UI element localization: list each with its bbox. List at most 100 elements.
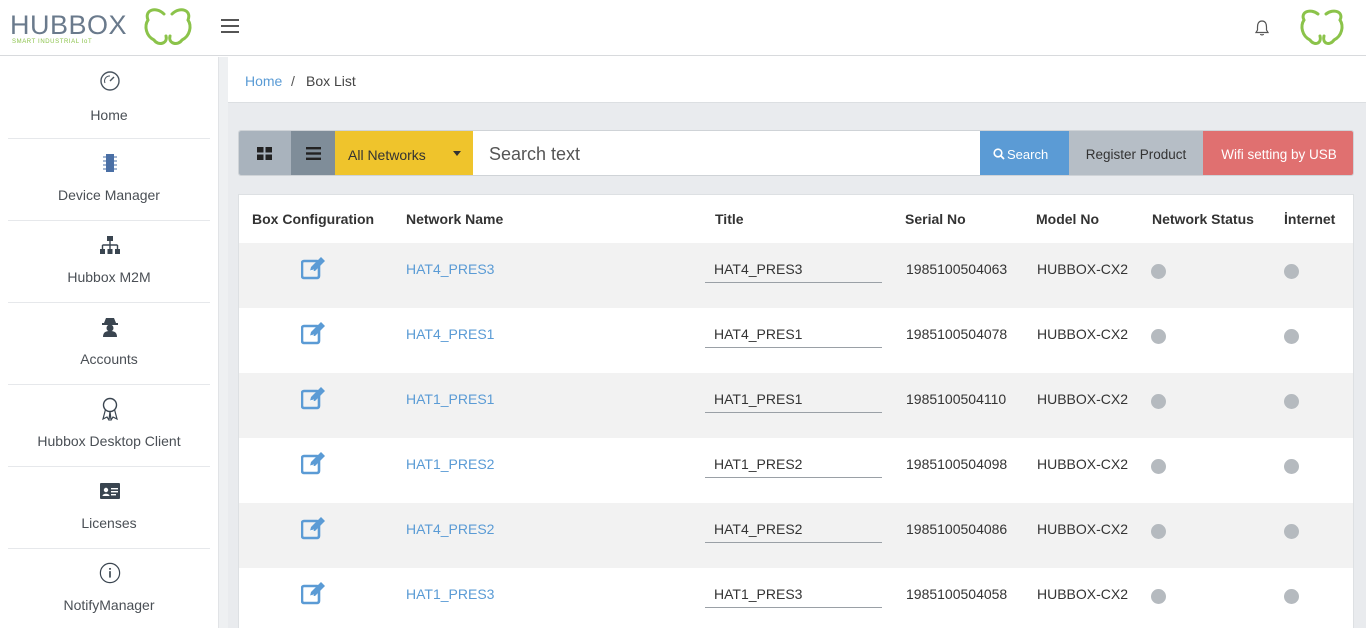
sidebar-item-home[interactable]: Home: [8, 57, 210, 139]
model-no: HUBBOX-CX2: [1037, 326, 1129, 342]
title-field[interactable]: [705, 320, 882, 348]
caret-down-icon: [453, 151, 461, 156]
register-product-button[interactable]: Register Product: [1069, 131, 1203, 175]
toolbar: All Networks Search Register Product Wif…: [238, 130, 1354, 176]
network-status-dot: [1151, 589, 1166, 604]
wifi-setting-label: Wifi setting by USB: [1221, 147, 1337, 162]
hamburger-menu-icon[interactable]: [220, 15, 242, 37]
sidebar-item-licenses[interactable]: Licenses: [8, 467, 210, 549]
internet-status-dot: [1284, 459, 1299, 474]
network-name-link[interactable]: HAT1_PRES1: [406, 391, 494, 407]
chip-icon: [99, 151, 121, 175]
network-select-value: All Networks: [348, 147, 426, 163]
edit-config-icon[interactable]: [301, 581, 327, 605]
sitemap-icon: [99, 233, 121, 257]
sidebar-item-label: Home: [90, 107, 128, 123]
edit-config-icon[interactable]: [301, 516, 327, 540]
edit-config-icon[interactable]: [301, 256, 327, 280]
sidebar-item-notify-manager[interactable]: NotifyManager: [8, 549, 210, 628]
edit-config-icon[interactable]: [301, 321, 327, 345]
sidebar-item-device-manager[interactable]: Device Manager: [8, 139, 210, 221]
internet-status-dot: [1284, 329, 1299, 344]
network-name-link[interactable]: HAT4_PRES2: [406, 521, 494, 537]
breadcrumb-home-link[interactable]: Home: [245, 73, 282, 89]
info-circle-icon: [99, 561, 121, 585]
sidebar-scrollbar[interactable]: [218, 57, 228, 628]
network-name-link[interactable]: HAT1_PRES3: [406, 586, 494, 602]
id-card-icon: [99, 479, 121, 503]
column-header-model: Model No: [1036, 211, 1099, 227]
serial-no: 1985100504110: [906, 391, 1007, 407]
network-status-dot: [1151, 394, 1166, 409]
table-row: HAT4_PRES1 1985100504078 HUBBOX-CX2: [239, 308, 1353, 373]
bell-icon[interactable]: [1254, 18, 1270, 38]
main-content: Home / Box List All Networks Search Regi…: [228, 57, 1366, 628]
model-no: HUBBOX-CX2: [1037, 521, 1129, 537]
register-product-label: Register Product: [1085, 147, 1187, 162]
network-name-link[interactable]: HAT4_PRES3: [406, 261, 494, 277]
title-field[interactable]: [705, 385, 882, 413]
sidebar-item-label: Hubbox M2M: [67, 269, 151, 285]
table-row: HAT1_PRES1 1985100504110 HUBBOX-CX2: [239, 373, 1353, 438]
edit-config-icon[interactable]: [301, 386, 327, 410]
grid-icon: [257, 147, 272, 160]
hubbox-logo[interactable]: HUBBOX SMART INDUSTRIAL IoT: [10, 6, 195, 50]
network-status-dot: [1151, 264, 1166, 279]
title-field[interactable]: [705, 450, 882, 478]
table-row: HAT4_PRES2 1985100504086 HUBBOX-CX2: [239, 503, 1353, 568]
serial-no: 1985100504086: [906, 521, 1008, 537]
sidebar-item-label: Hubbox Desktop Client: [37, 433, 181, 449]
serial-no: 1985100504098: [906, 456, 1008, 472]
internet-status-dot: [1284, 524, 1299, 539]
column-header-internet: İnternet: [1284, 211, 1336, 227]
network-select[interactable]: All Networks: [335, 131, 473, 175]
sidebar-item-desktop-client[interactable]: Hubbox Desktop Client: [8, 385, 210, 467]
model-no: HUBBOX-CX2: [1037, 261, 1129, 277]
wifi-setting-button[interactable]: Wifi setting by USB: [1203, 131, 1353, 175]
sidebar-item-label: Accounts: [80, 351, 138, 367]
list-view-button[interactable]: [291, 131, 335, 175]
grid-view-button[interactable]: [239, 131, 291, 175]
breadcrumb-separator: /: [291, 73, 295, 89]
sidebar-item-label: NotifyManager: [63, 597, 155, 613]
list-icon: [306, 147, 321, 160]
sidebar: Home Device Manager Hubbox M2M Accounts …: [0, 57, 218, 628]
table-row: HAT1_PRES2 1985100504098 HUBBOX-CX2: [239, 438, 1353, 503]
logo-text: HUBBOX: [10, 10, 128, 40]
logo-butterfly-icon: [144, 8, 192, 45]
sidebar-item-label: Device Manager: [58, 187, 160, 203]
title-field[interactable]: [705, 580, 882, 608]
edit-config-icon[interactable]: [301, 451, 327, 475]
title-field[interactable]: [705, 255, 882, 283]
title-field[interactable]: [705, 515, 882, 543]
serial-no: 1985100504078: [906, 326, 1008, 342]
award-icon: [99, 397, 121, 421]
serial-no: 1985100504063: [906, 261, 1008, 277]
sidebar-item-hubbox-m2m[interactable]: Hubbox M2M: [8, 221, 210, 303]
internet-status-dot: [1284, 589, 1299, 604]
sidebar-item-label: Licenses: [81, 515, 137, 531]
box-list-table: Box Configuration Network Name Title Ser…: [238, 194, 1354, 628]
serial-no: 1985100504058: [906, 586, 1008, 602]
logo-tagline: SMART INDUSTRIAL IoT: [12, 39, 93, 45]
column-header-serial: Serial No: [905, 211, 966, 227]
network-status-dot: [1151, 329, 1166, 344]
model-no: HUBBOX-CX2: [1037, 586, 1129, 602]
network-name-link[interactable]: HAT4_PRES1: [406, 326, 494, 342]
user-avatar-icon[interactable]: [1296, 8, 1348, 48]
breadcrumb: Home / Box List: [228, 57, 1366, 103]
model-no: HUBBOX-CX2: [1037, 391, 1129, 407]
breadcrumb-current: Box List: [306, 73, 356, 89]
speedometer-icon: [99, 69, 121, 93]
sidebar-item-accounts[interactable]: Accounts: [8, 303, 210, 385]
column-header-status: Network Status: [1152, 211, 1254, 227]
search-button-label: Search: [1007, 147, 1049, 162]
user-secret-icon: [99, 315, 121, 339]
search-input[interactable]: [475, 131, 979, 175]
column-header-network: Network Name: [406, 211, 504, 227]
network-name-link[interactable]: HAT1_PRES2: [406, 456, 494, 472]
search-icon: [993, 148, 1005, 160]
model-no: HUBBOX-CX2: [1037, 456, 1129, 472]
network-status-dot: [1151, 459, 1166, 474]
search-button[interactable]: Search: [980, 131, 1069, 175]
